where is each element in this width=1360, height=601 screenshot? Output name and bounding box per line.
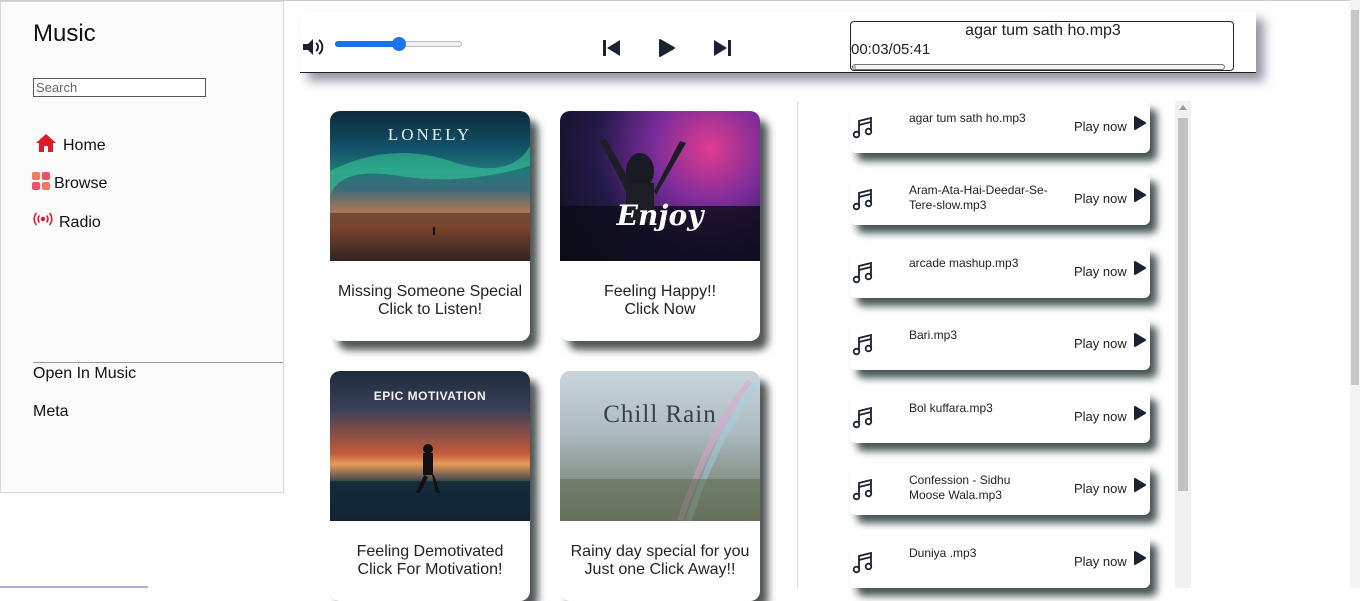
card-artwork: EPIC MOTIVATION bbox=[330, 371, 530, 521]
page-scroll-thumb[interactable] bbox=[1351, 10, 1359, 385]
play-button[interactable] bbox=[658, 38, 676, 63]
sidebar-item-label: Browse bbox=[54, 174, 108, 192]
music-note-icon bbox=[852, 188, 874, 216]
card-caption: Rainy day special for you Just one Click… bbox=[570, 543, 750, 578]
previous-button[interactable] bbox=[602, 38, 622, 63]
scroll-up-arrow-icon[interactable] bbox=[1179, 105, 1187, 110]
song-item[interactable]: Confession - Sidhu Moose Wala.mp3 Play n… bbox=[850, 463, 1150, 515]
song-list-scrollbar[interactable] bbox=[1175, 101, 1191, 588]
skip-forward-icon bbox=[714, 40, 731, 56]
home-icon bbox=[35, 133, 57, 158]
card-art-title: LONELY bbox=[387, 125, 473, 144]
song-name: arcade mashup.mp3 bbox=[909, 256, 1019, 270]
card-art-title: EPIC MOTIVATION bbox=[373, 389, 487, 403]
play-now-label[interactable]: Play now bbox=[1074, 119, 1127, 134]
volume-thumb[interactable] bbox=[391, 37, 406, 51]
play-now-label[interactable]: Play now bbox=[1074, 481, 1127, 496]
now-playing-box: agar tum sath ho.mp3 00:03/05:41 bbox=[850, 21, 1234, 71]
card-artwork: LONELY bbox=[330, 111, 530, 261]
sidebar-item-label: Radio bbox=[59, 213, 101, 231]
progress-bar[interactable] bbox=[852, 64, 1225, 70]
card-art-title: Enjoy bbox=[616, 199, 704, 232]
play-icon[interactable] bbox=[1133, 187, 1147, 208]
next-button[interactable] bbox=[712, 38, 732, 63]
song-item[interactable]: Bari.mp3 Play now bbox=[850, 318, 1150, 370]
card-artwork: Enjoy bbox=[560, 111, 760, 261]
card-art-title: Chill Rain bbox=[603, 401, 717, 428]
radio-icon bbox=[33, 212, 53, 233]
song-name: Bari.mp3 bbox=[909, 328, 958, 342]
card-caption: Feeling Happy!! Click Now bbox=[603, 283, 717, 318]
song-name: Confession - Sidhu Moose Wala.mp3 bbox=[909, 473, 1011, 502]
playlist-cards-panel: LONELY Missing Someone Special Click to … bbox=[320, 101, 798, 601]
song-item[interactable]: Bol kuffara.mp3 Play now bbox=[850, 391, 1150, 443]
playlist-card-epic-motivation[interactable]: EPIC MOTIVATION Feeling Demotivated Clic… bbox=[330, 371, 530, 601]
sidebar-item-label: Home bbox=[63, 136, 106, 154]
volume-slider[interactable] bbox=[335, 37, 462, 51]
volume-fill bbox=[335, 41, 399, 47]
playlist-card-chill-rain[interactable]: Chill Rain Rainy day special for you Jus… bbox=[560, 371, 760, 601]
volume-icon[interactable] bbox=[302, 38, 326, 61]
playback-time: 00:03/05:41 bbox=[851, 41, 931, 58]
card-artwork: Chill Rain bbox=[560, 371, 760, 521]
skip-back-icon bbox=[603, 40, 620, 56]
sidebar-item-radio[interactable]: Radio bbox=[33, 212, 101, 233]
app-title: Music bbox=[33, 20, 96, 47]
play-now-label[interactable]: Play now bbox=[1074, 191, 1127, 206]
song-item[interactable]: Duniya .mp3 Play now bbox=[850, 536, 1150, 588]
scroll-thumb[interactable] bbox=[1178, 118, 1188, 491]
sidebar-item-browse[interactable]: Browse bbox=[32, 172, 107, 195]
player-bar: agar tum sath ho.mp3 00:03/05:41 bbox=[300, 11, 1256, 73]
play-icon[interactable] bbox=[1133, 550, 1147, 571]
page-scrollbar[interactable] bbox=[1350, 0, 1360, 588]
play-icon bbox=[659, 39, 675, 57]
song-name: Aram-Ata-Hai-Deedar-Se-Tere-slow.mp3 bbox=[909, 183, 1048, 212]
play-icon[interactable] bbox=[1133, 115, 1147, 136]
sidebar-divider bbox=[33, 362, 283, 363]
song-name: Bol kuffara.mp3 bbox=[909, 401, 993, 415]
now-playing-title: agar tum sath ho.mp3 bbox=[965, 22, 1121, 39]
grid-icon bbox=[32, 172, 50, 195]
play-icon[interactable] bbox=[1133, 332, 1147, 353]
open-in-music-link[interactable]: Open In Music bbox=[33, 365, 136, 383]
play-now-label[interactable]: Play now bbox=[1074, 409, 1127, 424]
play-icon[interactable] bbox=[1133, 260, 1147, 281]
music-note-icon bbox=[852, 333, 874, 361]
song-item[interactable]: agar tum sath ho.mp3 Play now bbox=[850, 101, 1150, 153]
meta-link[interactable]: Meta bbox=[33, 403, 69, 421]
playlist-card-lonely[interactable]: LONELY Missing Someone Special Click to … bbox=[330, 111, 530, 341]
sidebar: Music Home Browse Radio Open In bbox=[0, 1, 284, 493]
song-list-panel: agar tum sath ho.mp3 Play now Aram-Ata-H… bbox=[840, 101, 1190, 588]
progress-fill bbox=[853, 65, 857, 69]
card-caption: Feeling Demotivated Click For Motivation… bbox=[356, 543, 504, 578]
card-caption: Missing Someone Special Click to Listen! bbox=[337, 283, 523, 318]
song-name: agar tum sath ho.mp3 bbox=[909, 111, 1026, 125]
song-name: Duniya .mp3 bbox=[909, 546, 977, 560]
music-note-icon bbox=[852, 478, 874, 506]
play-now-label[interactable]: Play now bbox=[1074, 554, 1127, 569]
play-icon[interactable] bbox=[1133, 477, 1147, 498]
music-note-icon bbox=[852, 116, 874, 144]
sidebar-item-home[interactable]: Home bbox=[35, 133, 106, 158]
playlist-card-enjoy[interactable]: Enjoy Feeling Happy!! Click Now bbox=[560, 111, 760, 341]
play-now-label[interactable]: Play now bbox=[1074, 336, 1127, 351]
music-note-icon bbox=[852, 551, 874, 579]
play-icon[interactable] bbox=[1133, 405, 1147, 426]
song-item[interactable]: Aram-Ata-Hai-Deedar-Se-Tere-slow.mp3 Pla… bbox=[850, 173, 1150, 225]
search-input[interactable] bbox=[33, 78, 206, 97]
song-item[interactable]: arcade mashup.mp3 Play now bbox=[850, 246, 1150, 298]
music-note-icon bbox=[852, 406, 874, 434]
play-now-label[interactable]: Play now bbox=[1074, 264, 1127, 279]
music-note-icon bbox=[852, 261, 874, 289]
